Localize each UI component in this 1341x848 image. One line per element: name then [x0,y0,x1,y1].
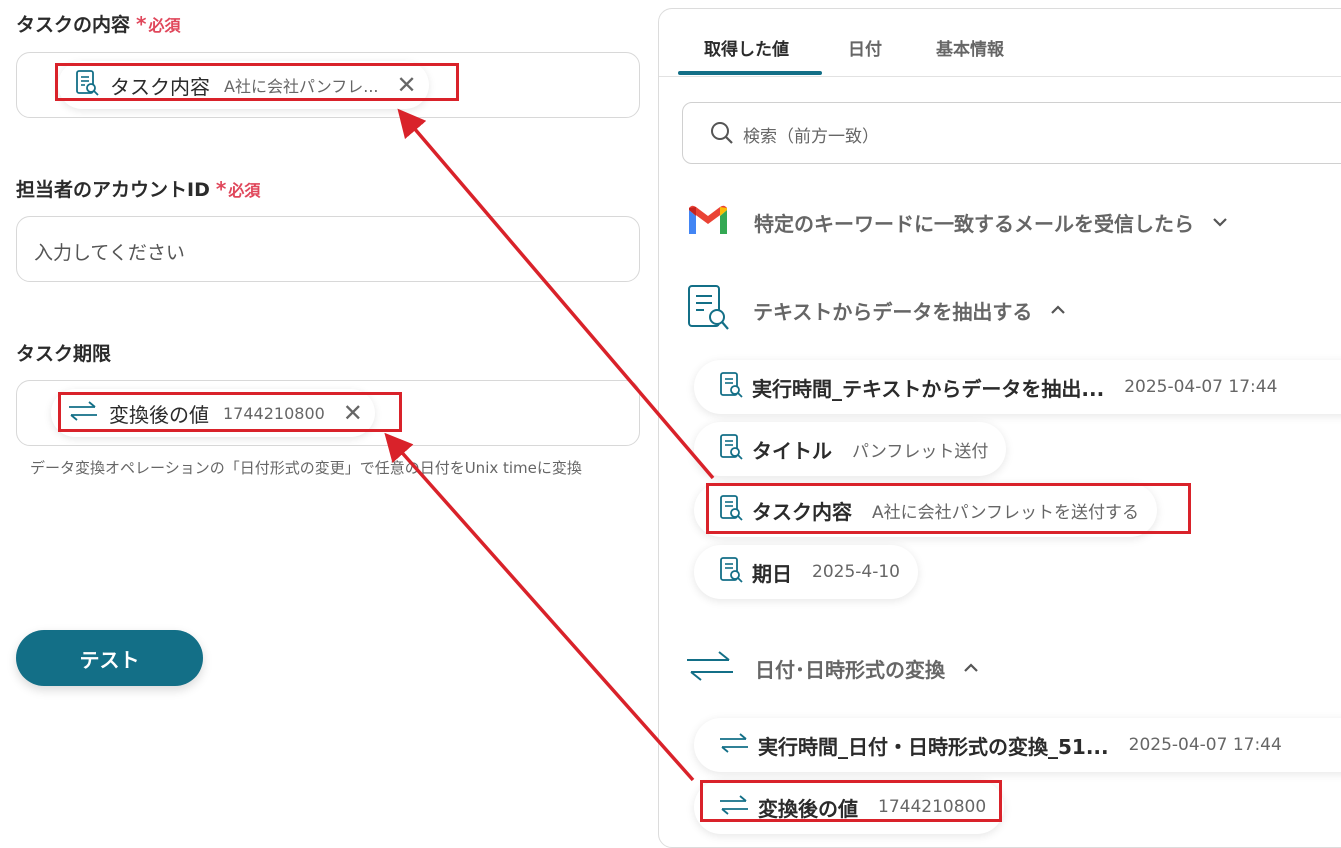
highlight-box-task-item [706,483,1191,534]
chevron-up-icon[interactable] [1048,300,1068,320]
field-label-text: 担当者のアカウントID [16,179,210,201]
search-icon [709,120,735,150]
item-name: 実行時間_テキストからデータを抽出... [752,376,1105,401]
section-title: 特定のキーワードに一致するメールを受信したら [754,211,1194,236]
convert-arrows-icon [685,649,735,687]
chevron-down-icon[interactable] [1210,212,1230,232]
text-extract-icon [718,433,744,465]
list-item[interactable]: 期日 2025-4-10 [694,545,918,599]
tab-acquired-values[interactable]: 取得した値 [704,35,789,60]
section-gmail-trigger[interactable]: 特定のキーワードに一致するメールを受信したら [687,204,1230,240]
tab-divider [659,76,1341,77]
item-name: 実行時間_日付・日時形式の変換_51... [758,734,1109,759]
required-star: * [136,12,147,36]
search-placeholder: 検索（前方一致） [743,127,879,147]
section-title: 日付･日時形式の変換 [755,657,945,682]
list-item[interactable]: 実行時間_日付・日時形式の変換_51... 2025-04-07 17:44 [694,718,1341,772]
highlight-box-task-chip [55,63,459,101]
item-name: 期日 [752,561,792,586]
tab-basic-info[interactable]: 基本情報 [936,35,1004,60]
field-label-text: タスクの内容 [16,14,131,36]
required-star: * [215,177,227,201]
field-label-assignee-id: 担当者のアカウントID * 必須 [16,175,260,202]
item-name: タイトル [752,438,832,463]
list-item[interactable]: タイトル パンフレット送付 [694,422,1007,476]
field-label-text: タスク期限 [16,343,112,365]
text-extract-icon [687,284,731,336]
convert-arrows-icon [718,732,750,758]
assignee-id-placeholder: 入力してください [34,242,185,264]
gmail-icon [687,204,729,240]
chevron-up-icon[interactable] [961,658,981,678]
item-value: 2025-4-10 [812,562,900,582]
search-input[interactable]: 検索（前方一致） [682,102,1341,164]
text-extract-icon [718,371,744,403]
arrow-converted-value [384,432,695,782]
section-date-convert[interactable]: 日付･日時形式の変換 [685,649,981,687]
item-value: パンフレット送付 [852,441,989,462]
assignee-id-input[interactable]: 入力してください [16,216,640,282]
text-extract-icon [718,556,744,588]
field-label-task-content: タスクの内容 * 必須 [16,10,181,37]
tab-date[interactable]: 日付 [848,35,882,60]
active-tab-indicator [678,71,822,75]
field-hint: データ変換オペレーションの「日付形式の変更」で任意の日付をUnix timeに変… [30,459,582,477]
highlight-box-deadline-chip [58,392,402,432]
value-picker-panel: 取得した値 日付 基本情報 検索（前方一致） 特定のキーワードに一致するメールを… [658,8,1341,848]
required-text: 必須 [148,16,181,35]
required-text: 必須 [228,181,261,200]
field-label-task-deadline: タスク期限 [16,339,111,366]
section-text-extract[interactable]: テキストからデータを抽出する [687,284,1068,336]
list-item[interactable]: 実行時間_テキストからデータを抽出... 2025-04-07 17:44 [694,360,1341,414]
test-button[interactable]: テスト [16,630,203,686]
section-title: テキストからデータを抽出する [753,299,1033,324]
item-value: 2025-04-07 17:44 [1124,377,1278,397]
highlight-box-converted-item [700,780,1002,822]
item-value: 2025-04-07 17:44 [1128,735,1282,755]
